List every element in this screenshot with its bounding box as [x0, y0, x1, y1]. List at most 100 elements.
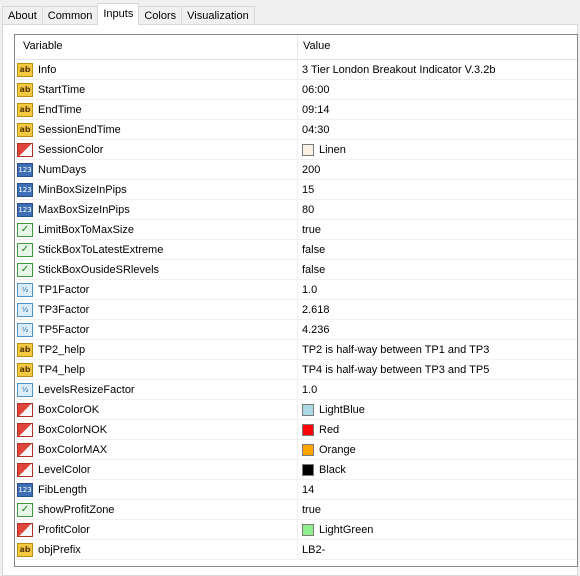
value-cell[interactable]: 4.236: [298, 320, 577, 340]
table-row[interactable]: LevelColor Black: [15, 460, 577, 480]
variable-name: FibLength: [38, 483, 87, 496]
boolean-type-icon: ✓: [17, 242, 33, 257]
variable-cell: ab TP2_help: [15, 340, 298, 360]
table-row[interactable]: ab TP4_help TP4 is half-way between TP3 an…: [15, 360, 577, 380]
variable-name: BoxColorNOK: [38, 423, 108, 436]
variable-name: Info: [38, 63, 57, 76]
value-text: 3 Tier London Breakout Indicator V.3.2b: [302, 63, 496, 76]
value-cell[interactable]: LB2-: [298, 540, 577, 560]
value-text: 04:30: [302, 123, 330, 136]
color-swatch: [302, 523, 314, 536]
value-text: true: [302, 223, 321, 236]
color-swatch: [302, 423, 314, 436]
value-cell[interactable]: true: [298, 500, 577, 520]
double-type-icon: ½: [17, 382, 33, 397]
variable-cell: 123 FibLength: [15, 480, 298, 500]
table-row[interactable]: BoxColorOK LightBlue: [15, 400, 577, 420]
value-cell[interactable]: Linen: [298, 140, 577, 160]
value-cell[interactable]: true: [298, 220, 577, 240]
variable-cell: LevelColor: [15, 460, 298, 480]
variable-cell: ab SessionEndTime: [15, 120, 298, 140]
variable-name: StickBoxOusideSRlevels: [38, 263, 160, 276]
color-swatch: [302, 463, 314, 476]
value-cell[interactable]: TP2 is half-way between TP1 and TP3: [298, 340, 577, 360]
string-type-icon: ab: [17, 542, 33, 557]
variable-name: TP4_help: [38, 363, 86, 376]
column-header-variable[interactable]: Variable: [15, 35, 298, 59]
value-cell[interactable]: 14: [298, 480, 577, 500]
value-cell[interactable]: 80: [298, 200, 577, 220]
value-cell[interactable]: TP4 is half-way between TP3 and TP5: [298, 360, 577, 380]
variable-cell: 123 MaxBoxSizeInPips: [15, 200, 298, 220]
value-cell[interactable]: LightBlue: [298, 400, 577, 420]
double-type-icon: ½: [17, 282, 33, 297]
table-row[interactable]: ½ TP1Factor 1.0: [15, 280, 577, 300]
variable-name: ProfitColor: [38, 523, 90, 536]
value-cell[interactable]: false: [298, 240, 577, 260]
string-type-icon: ab: [17, 62, 33, 77]
tab-about[interactable]: About: [2, 6, 43, 25]
value-text: Black: [319, 463, 346, 476]
tab-colors[interactable]: Colors: [138, 6, 183, 25]
value-cell[interactable]: 3 Tier London Breakout Indicator V.3.2b: [298, 60, 577, 80]
value-cell[interactable]: 200: [298, 160, 577, 180]
table-row[interactable]: ab EndTime 09:14: [15, 100, 577, 120]
table-row[interactable]: SessionColor Linen: [15, 140, 577, 160]
value-cell[interactable]: 04:30: [298, 120, 577, 140]
variable-name: EndTime: [38, 103, 82, 116]
value-text: 1.0: [302, 383, 318, 396]
value-text: true: [302, 503, 321, 516]
table-row[interactable]: BoxColorNOK Red: [15, 420, 577, 440]
value-cell[interactable]: LightGreen: [298, 520, 577, 540]
table-row[interactable]: ✓ StickBoxToLatestExtreme false: [15, 240, 577, 260]
value-cell[interactable]: Red: [298, 420, 577, 440]
column-header-value[interactable]: Value: [298, 35, 330, 59]
value-cell[interactable]: 09:14: [298, 100, 577, 120]
integer-type-icon: 123: [17, 482, 33, 497]
table-row[interactable]: ½ TP3Factor 2.618: [15, 300, 577, 320]
variable-cell: ab StartTime: [15, 80, 298, 100]
variable-name: objPrefix: [38, 543, 81, 556]
table-row[interactable]: BoxColorMAX Orange: [15, 440, 577, 460]
variable-name: MinBoxSizeInPips: [38, 183, 127, 196]
color-type-icon: [17, 142, 33, 157]
table-row[interactable]: ab Info 3 Tier London Breakout Indicator V…: [15, 60, 577, 80]
table-row[interactable]: ab objPrefix LB2-: [15, 540, 577, 560]
table-row[interactable]: ✓ StickBoxOusideSRlevels false: [15, 260, 577, 280]
value-cell[interactable]: Black: [298, 460, 577, 480]
value-text: LightGreen: [319, 523, 374, 536]
table-row[interactable]: 123 MinBoxSizeInPips 15: [15, 180, 577, 200]
table-row[interactable]: ½ TP5Factor 4.236: [15, 320, 577, 340]
variable-cell: ½ TP3Factor: [15, 300, 298, 320]
table-row[interactable]: ProfitColor LightGreen: [15, 520, 577, 540]
value-text: 06:00: [302, 83, 330, 96]
grid-rows: ab Info 3 Tier London Breakout Indicator V…: [15, 60, 577, 560]
tab-visualization[interactable]: Visualization: [181, 6, 255, 25]
value-cell[interactable]: false: [298, 260, 577, 280]
color-type-icon: [17, 422, 33, 437]
value-cell[interactable]: 15: [298, 180, 577, 200]
table-row[interactable]: ab StartTime 06:00: [15, 80, 577, 100]
table-row[interactable]: ✓ LimitBoxToMaxSize true: [15, 220, 577, 240]
variable-cell: ✓ StickBoxToLatestExtreme: [15, 240, 298, 260]
table-row[interactable]: 123 FibLength 14: [15, 480, 577, 500]
value-cell[interactable]: 06:00: [298, 80, 577, 100]
tab-inputs[interactable]: Inputs: [97, 3, 140, 25]
integer-type-icon: 123: [17, 182, 33, 197]
boolean-type-icon: ✓: [17, 502, 33, 517]
variable-cell: ½ TP1Factor: [15, 280, 298, 300]
tab-common[interactable]: Common: [41, 6, 99, 25]
table-row[interactable]: ½ LevelsResizeFactor 1.0: [15, 380, 577, 400]
value-cell[interactable]: Orange: [298, 440, 577, 460]
value-cell[interactable]: 2.618: [298, 300, 577, 320]
table-row[interactable]: ab TP2_help TP2 is half-way between TP1 an…: [15, 340, 577, 360]
value-cell[interactable]: 1.0: [298, 280, 577, 300]
variable-cell: SessionColor: [15, 140, 298, 160]
table-row[interactable]: ✓ showProfitZone true: [15, 500, 577, 520]
table-row[interactable]: ab SessionEndTime 04:30: [15, 120, 577, 140]
table-row[interactable]: 123 MaxBoxSizeInPips 80: [15, 200, 577, 220]
value-text: 15: [302, 183, 315, 196]
table-row[interactable]: 123 NumDays 200: [15, 160, 577, 180]
value-cell[interactable]: 1.0: [298, 380, 577, 400]
value-text: TP2 is half-way between TP1 and TP3: [302, 343, 490, 356]
